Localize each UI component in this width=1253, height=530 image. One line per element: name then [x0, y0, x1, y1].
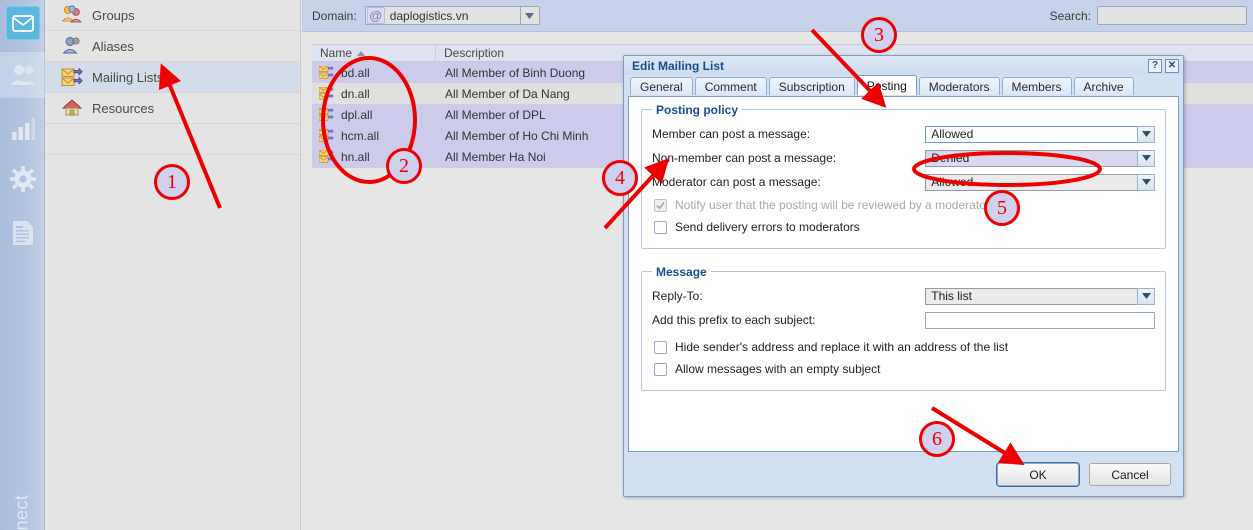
annotation-ellipse-5	[912, 151, 1102, 187]
annotation-badge-2: 2	[386, 148, 422, 184]
annotation-badge-4: 4	[602, 160, 638, 196]
annotation-badge-6: 6	[919, 421, 955, 457]
annotation-badge-1: 1	[154, 164, 190, 200]
annotation-badge-3: 3	[861, 17, 897, 53]
annotation-overlay	[158, 28, 1102, 466]
app-root: onnect Groups Aliases Mailing Lists Reso…	[0, 0, 1253, 530]
annotation-badge-5: 5	[984, 190, 1020, 226]
